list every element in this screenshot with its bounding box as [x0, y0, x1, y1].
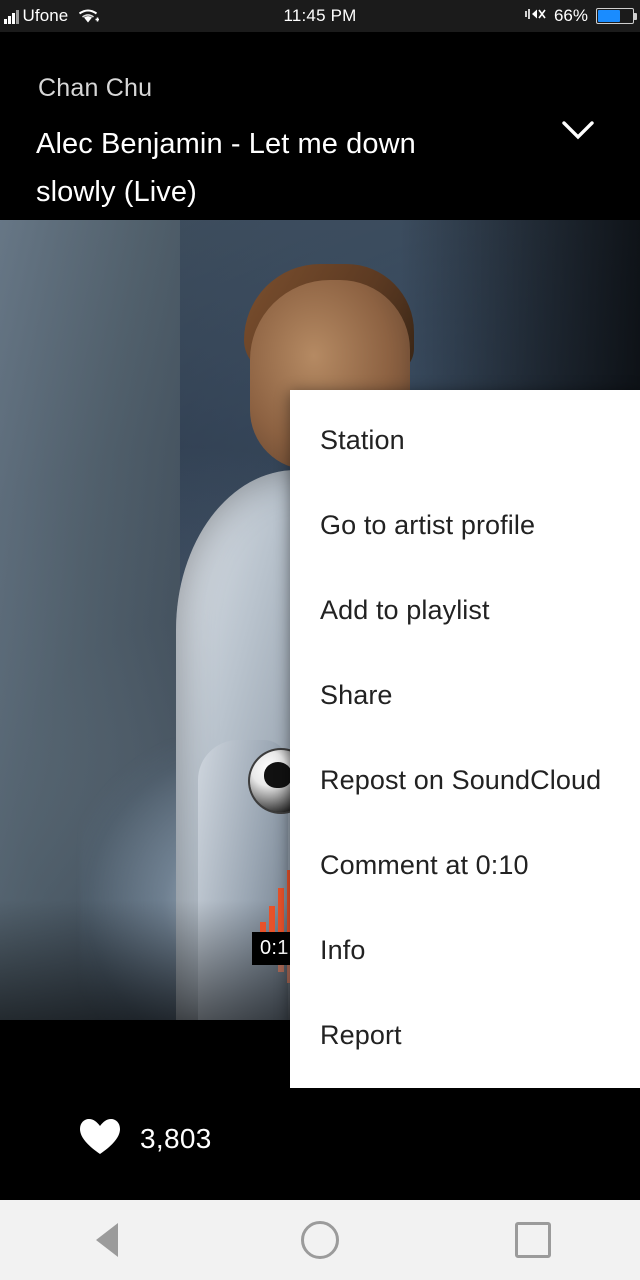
context-menu[interactable]: StationGo to artist profileAdd to playli…	[290, 390, 640, 1088]
heart-icon	[78, 1117, 122, 1162]
like-count: 3,803	[140, 1123, 212, 1155]
chevron-down-icon[interactable]	[556, 108, 600, 152]
menu-item-go-to-artist-profile[interactable]: Go to artist profile	[290, 483, 640, 568]
track-title: Alec Benjamin - Let me down slowly (Live…	[36, 120, 456, 216]
menu-item-report[interactable]: Report	[290, 993, 640, 1078]
soundcloud-player-screen: Ufone 11:45 PM 66%	[0, 0, 640, 1280]
menu-item-share[interactable]: Share	[290, 653, 640, 738]
menu-item-add-to-playlist[interactable]: Add to playlist	[290, 568, 640, 653]
menu-item-repost-on-soundcloud[interactable]: Repost on SoundCloud	[290, 738, 640, 823]
menu-item-station[interactable]: Station	[290, 398, 640, 483]
nav-home-button[interactable]	[213, 1200, 426, 1280]
vibrate-mute-icon	[524, 6, 548, 27]
nav-recents-button[interactable]	[427, 1200, 640, 1280]
triangle-back-icon	[96, 1223, 118, 1257]
menu-item-comment-at-0-10[interactable]: Comment at 0:10	[290, 823, 640, 908]
uploader-name[interactable]: Chan Chu	[38, 74, 152, 103]
square-recents-icon	[515, 1222, 551, 1258]
battery-percent-label: 66%	[554, 6, 588, 26]
circle-home-icon	[301, 1221, 339, 1259]
menu-item-info[interactable]: Info	[290, 908, 640, 993]
status-bar: Ufone 11:45 PM 66%	[0, 0, 640, 32]
nav-back-button[interactable]	[0, 1200, 213, 1280]
system-nav-bar	[0, 1200, 640, 1280]
like-button[interactable]: 3,803	[78, 1117, 212, 1162]
player-header: Chan Chu Alec Benjamin - Let me down slo…	[0, 32, 640, 220]
action-bar-row: 3,803	[0, 1084, 640, 1194]
status-bar-right: 66%	[524, 0, 634, 32]
battery-icon	[596, 8, 634, 24]
